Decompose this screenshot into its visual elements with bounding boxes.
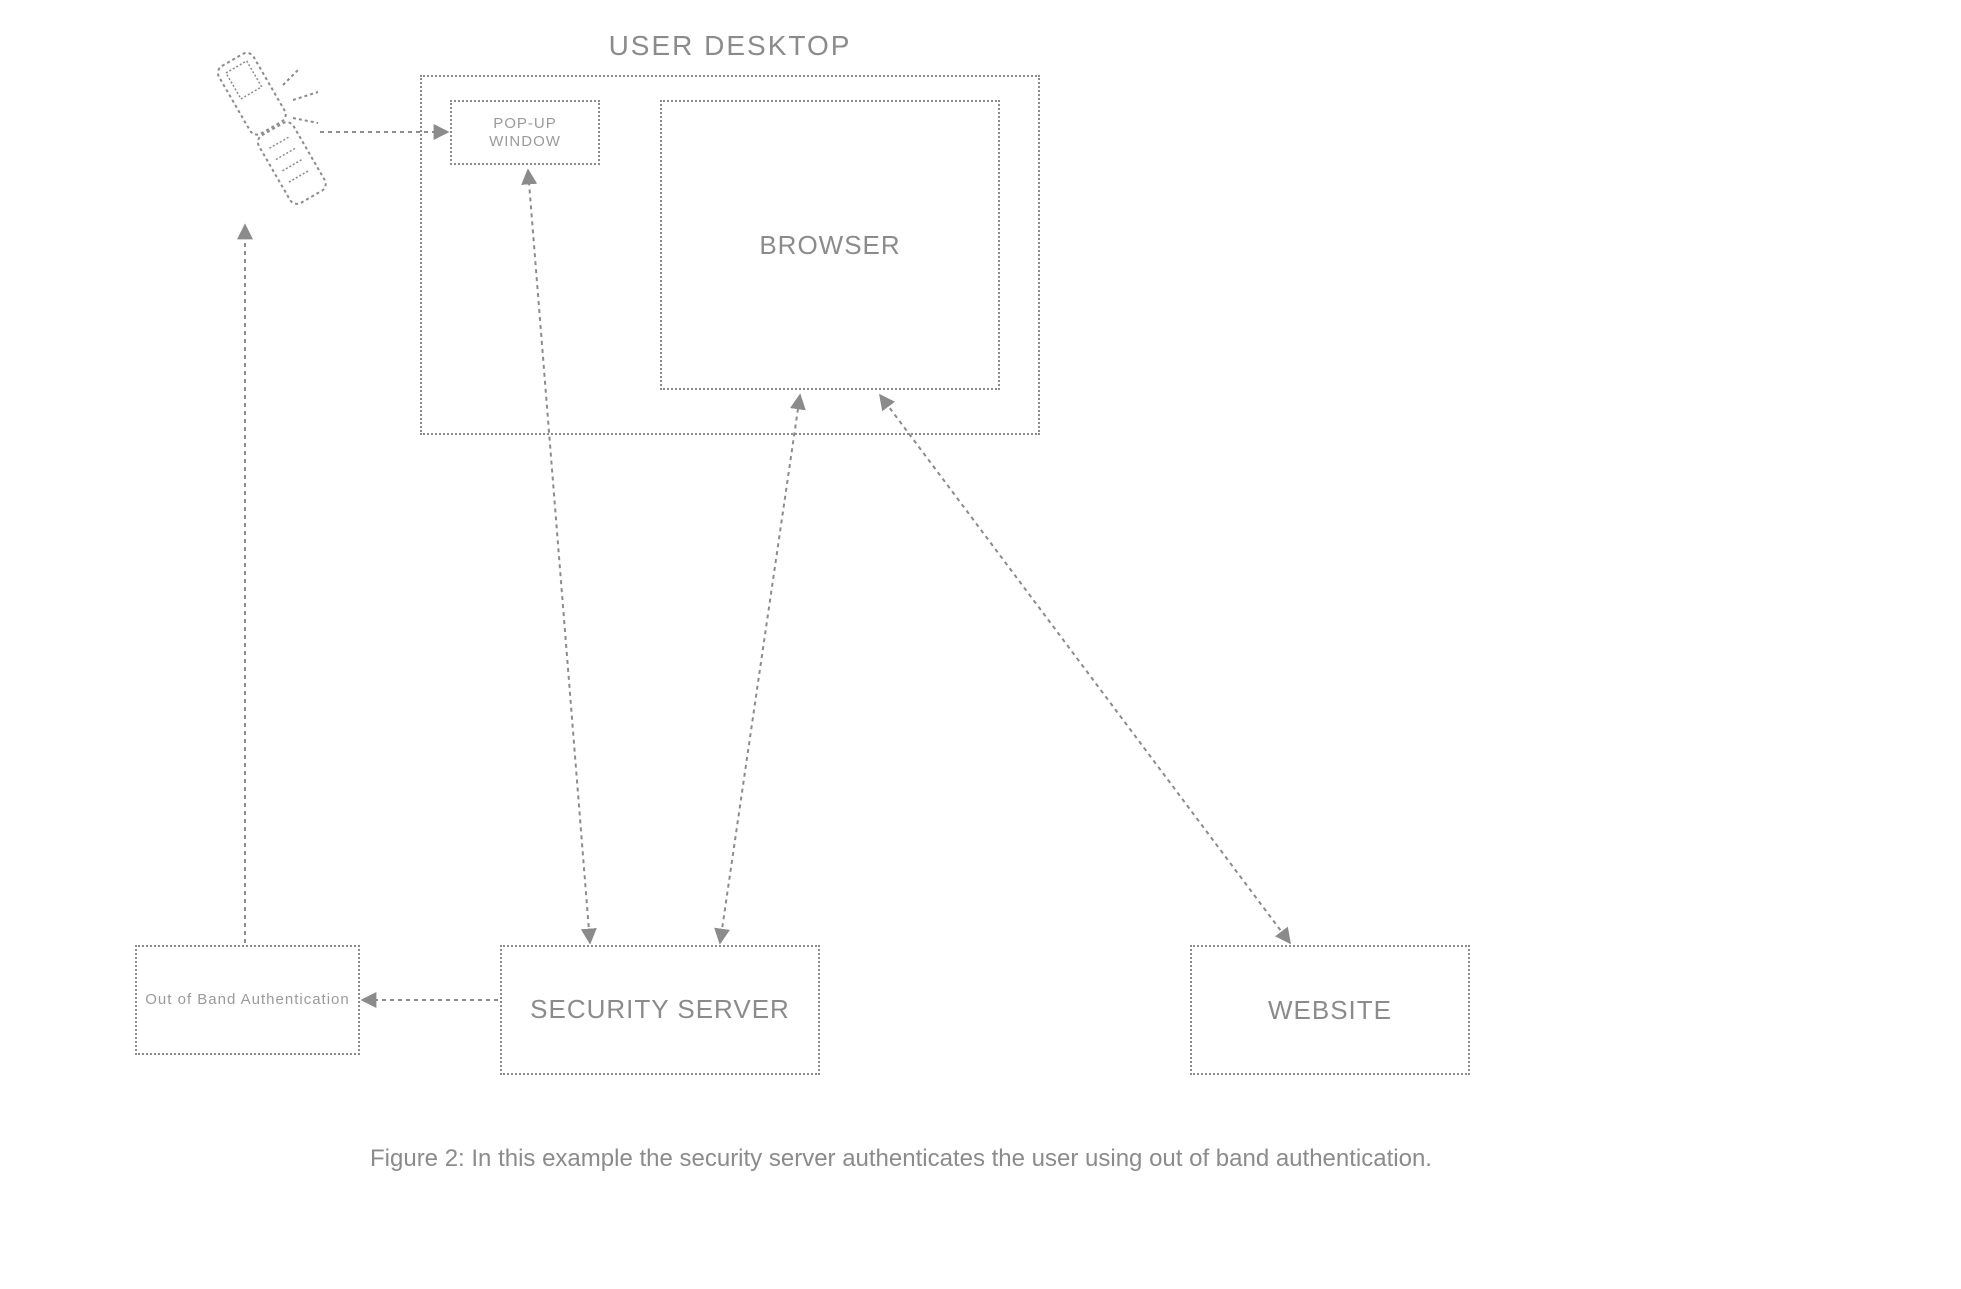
security-server-box: SECURITY SERVER	[500, 945, 820, 1075]
out-of-band-auth-label: Out of Band Authentication	[145, 991, 349, 1009]
browser-label: BROWSER	[759, 230, 900, 261]
website-box: WEBSITE	[1190, 945, 1470, 1075]
website-label: WEBSITE	[1268, 995, 1392, 1026]
out-of-band-auth-box: Out of Band Authentication	[135, 945, 360, 1055]
browser-box: BROWSER	[660, 100, 1000, 390]
arrow-website-browser-bidir	[880, 395, 1290, 943]
security-server-label: SECURITY SERVER	[530, 993, 790, 1027]
popup-window-box: POP-UP WINDOW	[450, 100, 600, 165]
user-desktop-title: USER DESKTOP	[420, 30, 1040, 62]
arrow-security-browser-bidir	[720, 395, 800, 943]
popup-window-label: POP-UP WINDOW	[456, 115, 594, 151]
phone-signal-icon	[283, 68, 318, 123]
figure-caption: Figure 2: In this example the security s…	[370, 1145, 1432, 1173]
diagram-stage: { "title": "USER DESKTOP", "desktop": { …	[0, 0, 1961, 1289]
phone-icon	[215, 50, 329, 207]
